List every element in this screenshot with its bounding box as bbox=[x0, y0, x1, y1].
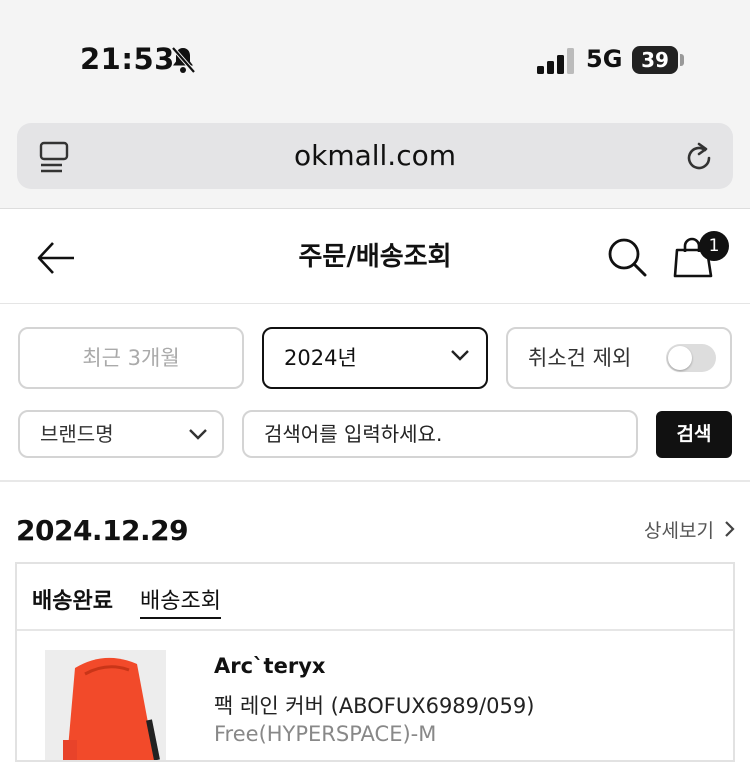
search-input[interactable]: 검색어를 입력하세요. bbox=[242, 410, 638, 458]
signal-icon bbox=[537, 48, 574, 74]
tracking-link[interactable]: 배송조회 bbox=[140, 583, 221, 619]
search-button[interactable]: 검색 bbox=[656, 411, 732, 458]
toggle-knob bbox=[668, 346, 692, 370]
search-icon[interactable] bbox=[606, 236, 648, 278]
cart-count-badge: 1 bbox=[699, 231, 729, 261]
status-time: 21:53 bbox=[80, 42, 175, 76]
order-date: 2024.12.29 bbox=[16, 514, 189, 547]
card-divider bbox=[17, 629, 733, 631]
recent-3-months-button[interactable]: 최근 3개월 bbox=[18, 327, 244, 389]
product-brand: Arc`teryx bbox=[214, 654, 326, 678]
chevron-down-icon bbox=[451, 350, 469, 361]
battery-tip bbox=[680, 54, 684, 66]
reload-icon[interactable] bbox=[682, 140, 716, 174]
battery-icon: 39 bbox=[632, 46, 678, 74]
network-type: 5G bbox=[586, 45, 623, 73]
product-image[interactable] bbox=[45, 650, 166, 760]
delivery-status: 배송완료 bbox=[32, 589, 113, 614]
rain-cover-image bbox=[63, 657, 160, 760]
product-option: Free(HYPERSPACE)-M bbox=[214, 722, 437, 746]
reader-icon[interactable] bbox=[38, 140, 72, 174]
section-divider bbox=[0, 480, 750, 482]
chevron-right-icon[interactable] bbox=[724, 520, 736, 538]
bell-mute-icon bbox=[171, 46, 196, 74]
product-name[interactable]: 팩 레인 커버 (ABOFUX6989/059) bbox=[214, 690, 534, 720]
url-text[interactable]: okmall.com bbox=[0, 123, 750, 189]
order-detail-link[interactable]: 상세보기 bbox=[644, 516, 714, 543]
chevron-down-icon bbox=[189, 429, 207, 440]
